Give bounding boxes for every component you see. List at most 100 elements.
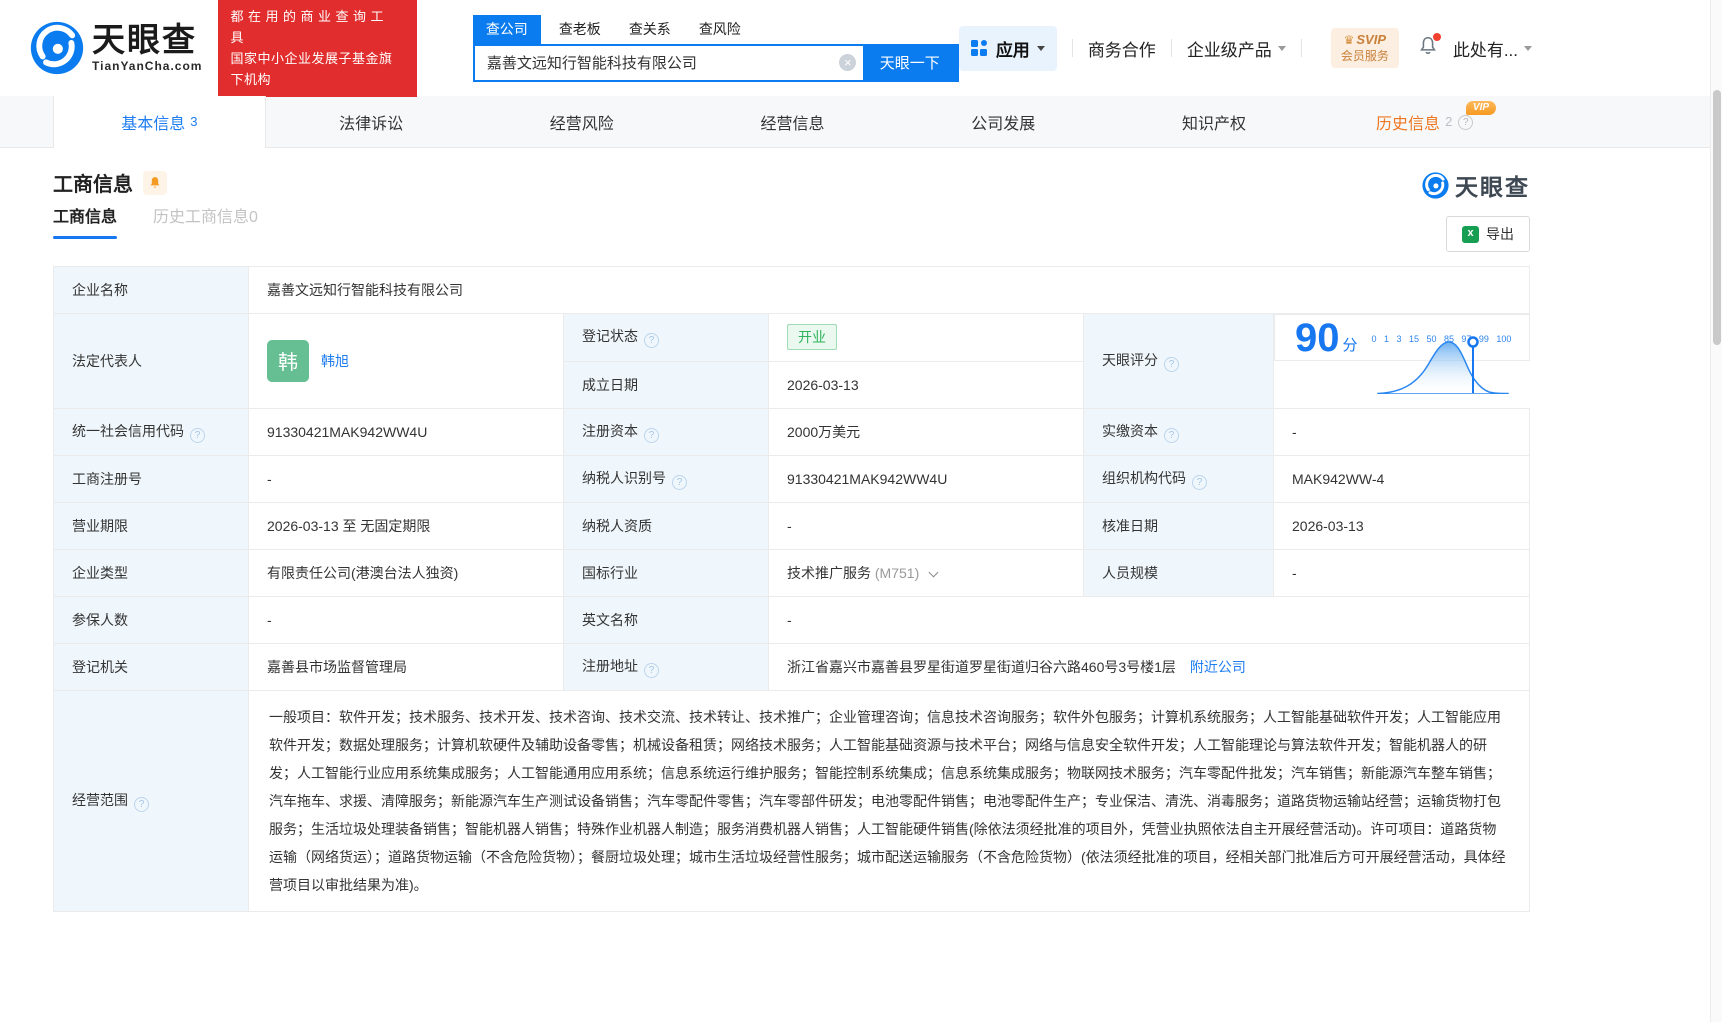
apps-button[interactable]: 应用	[959, 26, 1057, 71]
help-icon[interactable]	[1192, 475, 1207, 490]
nav-enterprise[interactable]: 企业级产品	[1187, 36, 1286, 61]
subtab-history-registration[interactable]: 历史工商信息0	[153, 203, 258, 239]
active-underline	[53, 236, 117, 239]
business-term-value: 2026-03-13 至 无固定期限	[249, 502, 564, 549]
search-tab-boss[interactable]: 查老板	[559, 15, 601, 44]
field-label: 登记状态	[564, 314, 769, 362]
table-row: 营业期限 2026-03-13 至 无固定期限 纳税人资质 - 核准日期 202…	[54, 502, 1530, 549]
tab-operating-risk[interactable]: 经营风险	[476, 96, 687, 148]
tab-business-info[interactable]: 经营信息	[687, 96, 898, 148]
field-label: 登记机关	[54, 643, 249, 690]
score-distribution-chart: 0131550859799100	[1372, 332, 1512, 344]
notification-bell-icon[interactable]	[1417, 35, 1439, 62]
status-badge: 开业	[787, 324, 837, 350]
tab-legal-proceedings[interactable]: 法律诉讼	[266, 96, 477, 148]
nav-cooperation[interactable]: 商务合作	[1088, 36, 1156, 61]
search-button[interactable]: 天眼一下	[863, 46, 957, 80]
divider	[1171, 39, 1172, 57]
field-label: 核准日期	[1084, 502, 1274, 549]
chevron-down-icon	[929, 567, 939, 577]
field-label: 工商注册号	[54, 455, 249, 502]
help-icon[interactable]	[190, 428, 205, 443]
help-icon[interactable]	[1164, 428, 1179, 443]
search-input[interactable]	[475, 46, 833, 80]
help-icon[interactable]	[1458, 115, 1473, 130]
tab-count: 3	[190, 114, 197, 129]
divider	[1301, 39, 1302, 57]
reg-address-value: 浙江省嘉兴市嘉善县罗星街道罗星街道归谷六路460号3号楼1层	[787, 659, 1176, 675]
industry-code: (M751)	[875, 565, 919, 581]
search-tab-relation[interactable]: 查关系	[629, 15, 671, 44]
staff-size-value: -	[1274, 549, 1530, 596]
score-marker-pin	[1468, 337, 1477, 346]
tianyancha-logo-icon	[30, 21, 84, 75]
field-label: 成立日期	[564, 361, 769, 408]
search-tab-risk[interactable]: 查风险	[699, 15, 741, 44]
approval-date-value: 2026-03-13	[1274, 502, 1530, 549]
industry-value-cell[interactable]: 技术推广服务 (M751)	[769, 549, 1084, 596]
excel-icon	[1462, 226, 1479, 243]
field-label: 营业期限	[54, 502, 249, 549]
help-icon[interactable]	[1164, 357, 1179, 372]
scrollbar[interactable]	[1710, 0, 1722, 1022]
reg-address-cell: 浙江省嘉兴市嘉善县罗星街道罗星街道归谷六路460号3号楼1层 附近公司	[769, 643, 1530, 690]
apps-grid-icon	[971, 40, 987, 56]
field-label: 企业名称	[54, 267, 249, 314]
help-icon[interactable]	[672, 475, 687, 490]
field-label: 英文名称	[564, 596, 769, 643]
svip-subtitle: 会员服务	[1341, 48, 1389, 64]
paid-capital-value: -	[1274, 408, 1530, 455]
top-header: 天眼查 TianYanCha.com 都在用的商业查询工具 国家中小企业发展子基…	[0, 0, 1722, 96]
nav-enterprise-label: 企业级产品	[1187, 36, 1272, 61]
taxpayer-quality-value: -	[769, 502, 1084, 549]
help-icon[interactable]	[644, 333, 659, 348]
section-title: 工商信息	[53, 168, 133, 197]
field-label: 人员规模	[1084, 549, 1274, 596]
subscribe-bell-icon[interactable]	[143, 171, 167, 195]
help-icon[interactable]	[644, 663, 659, 678]
tab-basic-info[interactable]: 基本信息 3	[53, 96, 266, 148]
search-tabs: 查公司 查老板 查关系 查风险	[473, 15, 959, 44]
notification-dot	[1433, 33, 1441, 41]
score-value: 90	[1295, 318, 1340, 358]
help-icon[interactable]	[644, 428, 659, 443]
table-row: 经营范围 一般项目：软件开发；技术服务、技术开发、技术咨询、技术交流、技术转让、…	[54, 690, 1530, 911]
table-row: 企业类型 有限责任公司(港澳台法人独资) 国标行业 技术推广服务 (M751) …	[54, 549, 1530, 596]
legal-rep-cell: 韩 韩旭	[249, 314, 564, 409]
field-label: 经营范围	[54, 690, 249, 911]
business-scope-value: 一般项目：软件开发；技术服务、技术开发、技术咨询、技术交流、技术转让、技术推广；…	[249, 690, 1530, 911]
field-label: 法定代表人	[54, 314, 249, 409]
search-box: 天眼一下	[473, 44, 959, 82]
watermark-logo: 天眼查	[1422, 168, 1530, 202]
search-tab-company[interactable]: 查公司	[473, 15, 541, 44]
table-row: 企业名称 嘉善文远知行智能科技有限公司	[54, 267, 1530, 314]
help-icon[interactable]	[134, 797, 149, 812]
table-row: 参保人数 - 英文名称 -	[54, 596, 1530, 643]
vip-badge: VIP	[1466, 101, 1496, 115]
svip-member-button[interactable]: SVIP 会员服务	[1331, 28, 1399, 68]
promo-line1: 都在用的商业查询工具	[230, 6, 404, 48]
brand-name: 天眼查	[92, 23, 202, 57]
watermark-text: 天眼查	[1455, 168, 1530, 202]
tab-history-info[interactable]: 历史信息 2 VIP	[1319, 96, 1530, 148]
clear-icon[interactable]	[833, 46, 863, 80]
subtab-business-registration[interactable]: 工商信息	[53, 203, 117, 239]
table-row: 工商注册号 - 纳税人识别号 91330421MAK942WW4U 组织机构代码…	[54, 455, 1530, 502]
svip-title: SVIP	[1356, 32, 1386, 47]
legal-rep-link[interactable]: 韩旭	[321, 351, 349, 371]
brand-domain: TianYanCha.com	[92, 59, 202, 73]
tianyancha-logo[interactable]: 天眼查 TianYanCha.com	[30, 21, 202, 75]
tab-company-development[interactable]: 公司发展	[898, 96, 1109, 148]
insured-count-value: -	[249, 596, 564, 643]
avatar[interactable]: 韩	[267, 340, 309, 382]
account-menu[interactable]: 此处有...	[1453, 36, 1532, 61]
promo-banner: 都在用的商业查询工具 国家中小企业发展子基金旗下机构	[218, 0, 416, 97]
header-nav: 应用 商务合作 企业级产品 SVIP 会员服务 此处有...	[959, 26, 1532, 71]
nearby-companies-link[interactable]: 附近公司	[1190, 659, 1246, 675]
main-content: 工商信息 工商信息 历史工商信息0	[53, 168, 1530, 912]
tab-intellectual-property[interactable]: 知识产权	[1109, 96, 1320, 148]
reg-capital-value: 2000万美元	[769, 408, 1084, 455]
watermark-logo-icon	[1422, 172, 1449, 199]
export-button[interactable]: 导出	[1446, 216, 1530, 252]
scrollbar-thumb[interactable]	[1713, 90, 1721, 345]
